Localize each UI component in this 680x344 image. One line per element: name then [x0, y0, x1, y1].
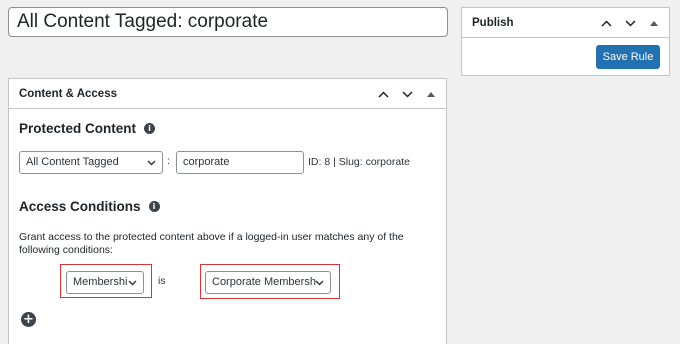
- chevron-down-icon: [315, 280, 324, 285]
- move-up-button[interactable]: [372, 83, 394, 105]
- content-type-select[interactable]: All Content Tagged: [19, 151, 163, 174]
- info-icon[interactable]: i: [148, 201, 160, 212]
- plus-circle-icon: +: [23, 312, 34, 327]
- publish-box: Publish Save Rule: [461, 7, 670, 76]
- add-condition-button[interactable]: +: [21, 312, 36, 327]
- condition-type-select-value: Membershi: [73, 276, 128, 288]
- content-type-select-value: All Content Tagged: [26, 156, 119, 168]
- save-rule-button[interactable]: Save Rule: [596, 45, 660, 69]
- condition-value-select-value: Corporate Membersh: [212, 276, 316, 288]
- access-conditions-heading: Access Conditions i: [19, 199, 160, 214]
- move-down-button[interactable]: [396, 83, 418, 105]
- chevron-down-icon: [128, 280, 137, 285]
- publish-box-title: Publish: [472, 17, 514, 29]
- publish-box-handle-actions: [595, 8, 665, 38]
- move-up-button[interactable]: [595, 12, 617, 34]
- tag-input[interactable]: corporate: [176, 151, 304, 174]
- condition-operator: is: [158, 275, 166, 287]
- content-access-box-title: Content & Access: [19, 88, 117, 100]
- chevron-up-icon: [600, 19, 612, 27]
- protected-content-heading-label: Protected Content: [19, 121, 137, 136]
- access-conditions-heading-label: Access Conditions: [19, 199, 141, 214]
- toggle-panel-button[interactable]: [643, 12, 665, 34]
- condition-value-select[interactable]: Corporate Membersh: [205, 271, 331, 294]
- access-conditions-description: Grant access to the protected content ab…: [19, 231, 404, 256]
- content-access-box: Content & Access Protected Content i All…: [8, 78, 447, 344]
- toggle-panel-button[interactable]: [420, 83, 442, 105]
- triangle-up-icon: [427, 91, 435, 97]
- protected-content-heading: Protected Content i: [19, 121, 156, 136]
- condition-type-select[interactable]: Membershi: [66, 271, 144, 294]
- chevron-down-icon: [147, 160, 156, 165]
- move-down-button[interactable]: [619, 12, 641, 34]
- info-icon[interactable]: i: [144, 123, 156, 134]
- rule-title-input[interactable]: All Content Tagged: corporate: [8, 7, 448, 37]
- chevron-up-icon: [377, 90, 389, 98]
- select-separator: :: [167, 155, 170, 167]
- chevron-down-icon: [624, 19, 636, 27]
- chevron-down-icon: [401, 90, 413, 98]
- content-access-box-header: Content & Access: [9, 79, 446, 109]
- triangle-up-icon: [650, 20, 658, 26]
- tag-meta-text: ID: 8 | Slug: corporate: [308, 156, 410, 168]
- content-access-handle-actions: [372, 79, 442, 109]
- publish-box-header: Publish: [462, 8, 669, 38]
